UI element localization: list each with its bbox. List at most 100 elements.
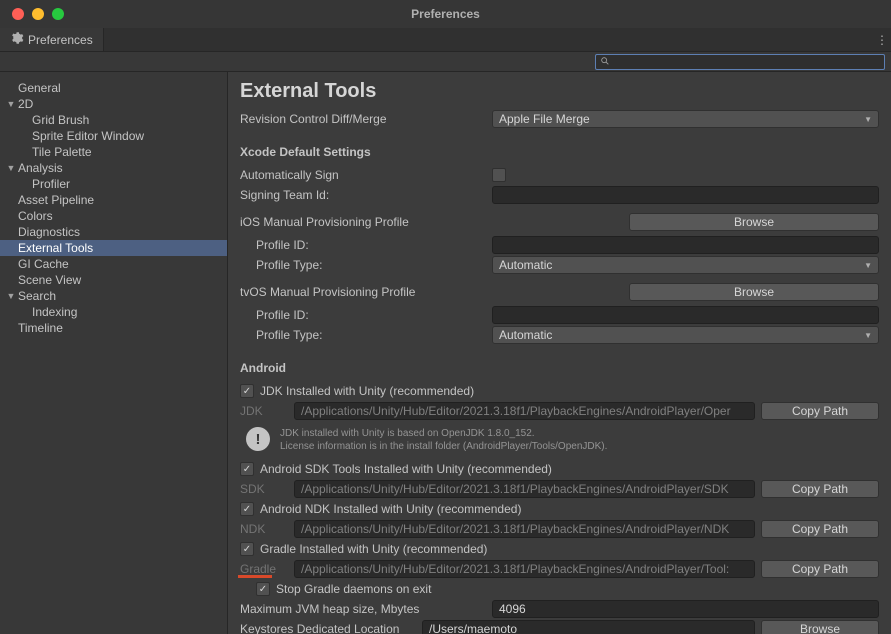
gradle-installed-label: Gradle Installed with Unity (recommended… xyxy=(260,542,487,556)
sidebar-item-label: Profiler xyxy=(32,177,70,191)
expand-arrow-icon: ▼ xyxy=(4,163,18,173)
jdk-installed-checkbox[interactable] xyxy=(240,384,254,398)
sidebar-item-label: Diagnostics xyxy=(18,225,80,239)
sidebar-item-indexing[interactable]: Indexing xyxy=(0,304,227,320)
ndk-installed-label: Android NDK Installed with Unity (recomm… xyxy=(260,502,521,516)
minimize-window-button[interactable] xyxy=(32,8,44,20)
sidebar-item-colors[interactable]: Colors xyxy=(0,208,227,224)
sdk-copy-path-button[interactable]: Copy Path xyxy=(761,480,879,498)
signing-team-input[interactable] xyxy=(492,186,879,204)
sidebar-item-label: GI Cache xyxy=(18,257,69,271)
gradle-installed-checkbox[interactable] xyxy=(240,542,254,556)
sidebar-item-asset-pipeline[interactable]: Asset Pipeline xyxy=(0,192,227,208)
jvm-heap-input[interactable] xyxy=(492,600,879,618)
search-box[interactable] xyxy=(595,54,885,70)
signing-team-label: Signing Team Id: xyxy=(240,188,486,202)
ios-profile-id-input[interactable] xyxy=(492,236,879,254)
tvos-provisioning-label: tvOS Manual Provisioning Profile xyxy=(240,285,629,299)
sidebar-item-label: Asset Pipeline xyxy=(18,193,94,207)
sidebar-item-analysis[interactable]: ▼Analysis xyxy=(0,160,227,176)
ndk-path-input xyxy=(294,520,755,538)
search-input[interactable] xyxy=(612,56,880,68)
sidebar-item-label: Analysis xyxy=(18,161,63,175)
sidebar-item-label: Tile Palette xyxy=(32,145,92,159)
xcode-section-header: Xcode Default Settings xyxy=(240,143,879,161)
sdk-installed-label: Android SDK Tools Installed with Unity (… xyxy=(260,462,552,476)
ios-profile-type-dropdown[interactable]: Automatic ▼ xyxy=(492,256,879,274)
traffic-lights xyxy=(0,8,64,20)
sidebar-item-label: Timeline xyxy=(18,321,63,335)
content-panel: External Tools Revision Control Diff/Mer… xyxy=(228,72,891,634)
window-titlebar: Preferences xyxy=(0,0,891,28)
tab-preferences[interactable]: Preferences xyxy=(0,28,104,51)
keystores-label: Keystores Dedicated Location xyxy=(240,622,416,634)
jvm-heap-label: Maximum JVM heap size, Mbytes xyxy=(240,602,486,616)
tvos-profile-id-input[interactable] xyxy=(492,306,879,324)
tab-bar: Preferences ⋮ xyxy=(0,28,891,52)
revision-control-dropdown[interactable]: Apple File Merge ▼ xyxy=(492,110,879,128)
info-icon: ! xyxy=(246,427,270,451)
sidebar-item-label: External Tools xyxy=(18,241,93,255)
gradle-label: Gradle xyxy=(240,562,288,576)
sidebar-item-tile-palette[interactable]: Tile Palette xyxy=(0,144,227,160)
sidebar-item-2d[interactable]: ▼2D xyxy=(0,96,227,112)
sidebar-item-label: Sprite Editor Window xyxy=(32,129,144,143)
stop-daemons-checkbox[interactable] xyxy=(256,582,270,596)
chevron-down-icon: ▼ xyxy=(864,331,872,340)
sidebar: General▼2DGrid Brush Sprite Editor Window… xyxy=(0,72,228,634)
keystores-browse-button[interactable]: Browse xyxy=(761,620,879,634)
sidebar-item-timeline[interactable]: Timeline xyxy=(0,320,227,336)
keystores-input[interactable] xyxy=(422,620,755,634)
tvos-browse-button[interactable]: Browse xyxy=(629,283,879,301)
jdk-info-box: ! JDK installed with Unity is based on O… xyxy=(240,423,879,457)
sidebar-item-label: General xyxy=(18,81,61,95)
expand-arrow-icon: ▼ xyxy=(4,99,18,109)
gradle-copy-path-button[interactable]: Copy Path xyxy=(761,560,879,578)
ndk-copy-path-button[interactable]: Copy Path xyxy=(761,520,879,538)
sdk-path-input xyxy=(294,480,755,498)
ndk-installed-checkbox[interactable] xyxy=(240,502,254,516)
close-window-button[interactable] xyxy=(12,8,24,20)
tab-menu-button[interactable]: ⋮ xyxy=(873,28,891,51)
tvos-profile-id-label: Profile ID: xyxy=(240,308,486,322)
sidebar-item-gi-cache[interactable]: GI Cache xyxy=(0,256,227,272)
window-title: Preferences xyxy=(411,7,480,21)
sidebar-item-label: Colors xyxy=(18,209,53,223)
toolbar xyxy=(0,52,891,72)
sidebar-item-diagnostics[interactable]: Diagnostics xyxy=(0,224,227,240)
sidebar-item-label: Indexing xyxy=(32,305,77,319)
chevron-down-icon: ▼ xyxy=(864,261,872,270)
sidebar-item-scene-view[interactable]: Scene View xyxy=(0,272,227,288)
maximize-window-button[interactable] xyxy=(52,8,64,20)
sidebar-item-search[interactable]: ▼Search xyxy=(0,288,227,304)
sidebar-item-profiler[interactable]: Profiler xyxy=(0,176,227,192)
sidebar-item-label: Grid Brush xyxy=(32,113,89,127)
ios-browse-button[interactable]: Browse xyxy=(629,213,879,231)
gear-icon xyxy=(10,31,24,48)
ios-profile-type-label: Profile Type: xyxy=(240,258,486,272)
expand-arrow-icon: ▼ xyxy=(4,291,18,301)
sidebar-item-external-tools[interactable]: External Tools xyxy=(0,240,227,256)
page-title: External Tools xyxy=(240,80,879,103)
sdk-installed-checkbox[interactable] xyxy=(240,462,254,476)
sidebar-item-grid-brush[interactable]: Grid Brush xyxy=(0,112,227,128)
sidebar-item-label: Scene View xyxy=(18,273,81,287)
auto-sign-checkbox[interactable] xyxy=(492,168,506,182)
jdk-path-input xyxy=(294,402,755,420)
sidebar-item-general[interactable]: General xyxy=(0,80,227,96)
stop-daemons-label: Stop Gradle daemons on exit xyxy=(276,582,431,596)
jdk-copy-path-button[interactable]: Copy Path xyxy=(761,402,879,420)
sidebar-item-sprite-editor-window[interactable]: Sprite Editor Window xyxy=(0,128,227,144)
chevron-down-icon: ▼ xyxy=(864,115,872,124)
gradle-path-input xyxy=(294,560,755,578)
sdk-label: SDK xyxy=(240,482,288,496)
revision-control-label: Revision Control Diff/Merge xyxy=(240,112,486,126)
tvos-profile-type-dropdown[interactable]: Automatic ▼ xyxy=(492,326,879,344)
ios-profile-id-label: Profile ID: xyxy=(240,238,486,252)
ndk-label: NDK xyxy=(240,522,288,536)
jdk-installed-label: JDK Installed with Unity (recommended) xyxy=(260,384,474,398)
tvos-profile-type-label: Profile Type: xyxy=(240,328,486,342)
auto-sign-label: Automatically Sign xyxy=(240,168,486,182)
jdk-label: JDK xyxy=(240,404,288,418)
ios-provisioning-label: iOS Manual Provisioning Profile xyxy=(240,215,629,229)
